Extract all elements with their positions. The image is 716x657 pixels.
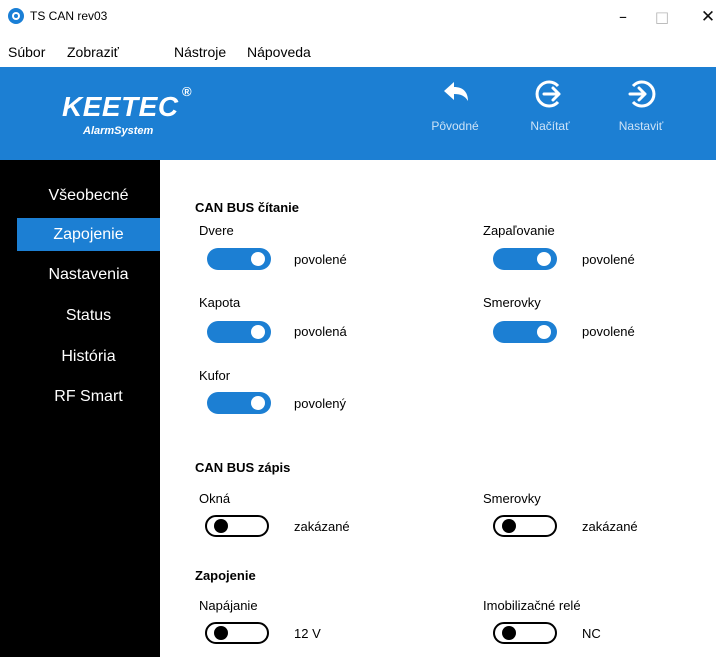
okna-label: Okná (199, 491, 231, 506)
app-header: KEETEC ® AlarmSystem Pôvodné Načítať Nas… (0, 67, 716, 160)
okna-toggle[interactable] (205, 515, 269, 537)
menu-bar: Súbor Zobraziť Nástroje Nápoveda (0, 34, 716, 66)
title-bar: TS CAN rev03 – □ ✕ (0, 0, 716, 34)
close-button[interactable]: ✕ (693, 4, 716, 30)
okna-state: zakázané (294, 519, 350, 534)
imobilizacne-toggle[interactable] (493, 622, 557, 644)
kapota-label: Kapota (199, 295, 241, 310)
keetec-logo: KEETEC (62, 91, 179, 122)
app-icon (8, 8, 24, 24)
zapalovanie-label: Zapaľovanie (483, 223, 555, 238)
kufor-toggle[interactable] (207, 392, 271, 414)
imobilizacne-state: NC (582, 626, 601, 641)
povodne-button[interactable]: Pôvodné (430, 77, 480, 157)
dvere-label: Dvere (199, 223, 234, 238)
nastavit-label: Nastaviť (618, 119, 664, 133)
sidebar-item-rf-smart[interactable]: RF Smart (17, 380, 160, 413)
toggle-knob (251, 396, 265, 410)
toggle-knob (537, 252, 551, 266)
toggle-knob (251, 252, 265, 266)
logo-subtitle: AlarmSystem (83, 125, 154, 137)
sidebar-item-zapojenie[interactable]: Zapojenie (17, 218, 160, 251)
zapalovanie-toggle[interactable] (493, 248, 557, 270)
sidebar: Všeobecné Zapojenie Nastavenia Status Hi… (0, 160, 160, 657)
smerovky-write-state: zakázané (582, 519, 638, 534)
section-can-write: CAN BUS zápis (195, 460, 291, 475)
section-wiring: Zapojenie (195, 568, 256, 583)
window-title: TS CAN rev03 (30, 9, 108, 23)
toggle-knob (502, 519, 516, 533)
zapalovanie-state: povolené (582, 252, 635, 267)
menu-napoveda[interactable]: Nápoveda (247, 44, 311, 60)
dvere-toggle[interactable] (207, 248, 271, 270)
kapota-toggle[interactable] (207, 321, 271, 343)
smerovky-read-state: povolené (582, 324, 635, 339)
toggle-knob (214, 626, 228, 640)
main-panel: CAN BUS čítanie Dvere povolené Zapaľovan… (160, 160, 716, 657)
nastavit-button[interactable]: Nastaviť (612, 77, 670, 157)
toggle-knob (214, 519, 228, 533)
toggle-knob (537, 325, 551, 339)
minimize-button[interactable]: – (608, 4, 638, 30)
maximize-button[interactable]: □ (647, 4, 677, 30)
dvere-state: povolené (294, 252, 347, 267)
smerovky-read-toggle[interactable] (493, 321, 557, 343)
imobilizacne-label: Imobilizačné relé (483, 598, 581, 613)
set-arrow-icon (628, 80, 656, 108)
undo-arrow-icon (444, 82, 468, 101)
logo-registered-mark: ® (182, 84, 192, 99)
load-arrow-icon (535, 80, 561, 108)
section-can-read: CAN BUS čítanie (195, 200, 300, 215)
menu-nastroje[interactable]: Nástroje (174, 44, 226, 60)
kufor-state: povolený (294, 396, 347, 411)
sidebar-item-vseobecne[interactable]: Všeobecné (17, 179, 160, 212)
sidebar-item-nastavenia[interactable]: Nastavenia (17, 258, 160, 291)
toggle-knob (502, 626, 516, 640)
sidebar-item-historia[interactable]: História (17, 340, 160, 373)
kufor-label: Kufor (199, 368, 231, 383)
smerovky-write-label: Smerovky (483, 491, 541, 506)
kapota-state: povolená (294, 324, 347, 339)
nacitat-button[interactable]: Načítať (525, 77, 575, 157)
nacitat-label: Načítať (530, 119, 570, 133)
povodne-label: Pôvodné (431, 119, 479, 133)
sidebar-item-status[interactable]: Status (17, 299, 160, 332)
toggle-knob (251, 325, 265, 339)
menu-subor[interactable]: Súbor (8, 44, 45, 60)
menu-zobrazit[interactable]: Zobraziť (67, 44, 119, 60)
napajanie-state: 12 V (294, 626, 321, 641)
napajanie-toggle[interactable] (205, 622, 269, 644)
smerovky-write-toggle[interactable] (493, 515, 557, 537)
napajanie-label: Napájanie (199, 598, 258, 613)
smerovky-read-label: Smerovky (483, 295, 541, 310)
